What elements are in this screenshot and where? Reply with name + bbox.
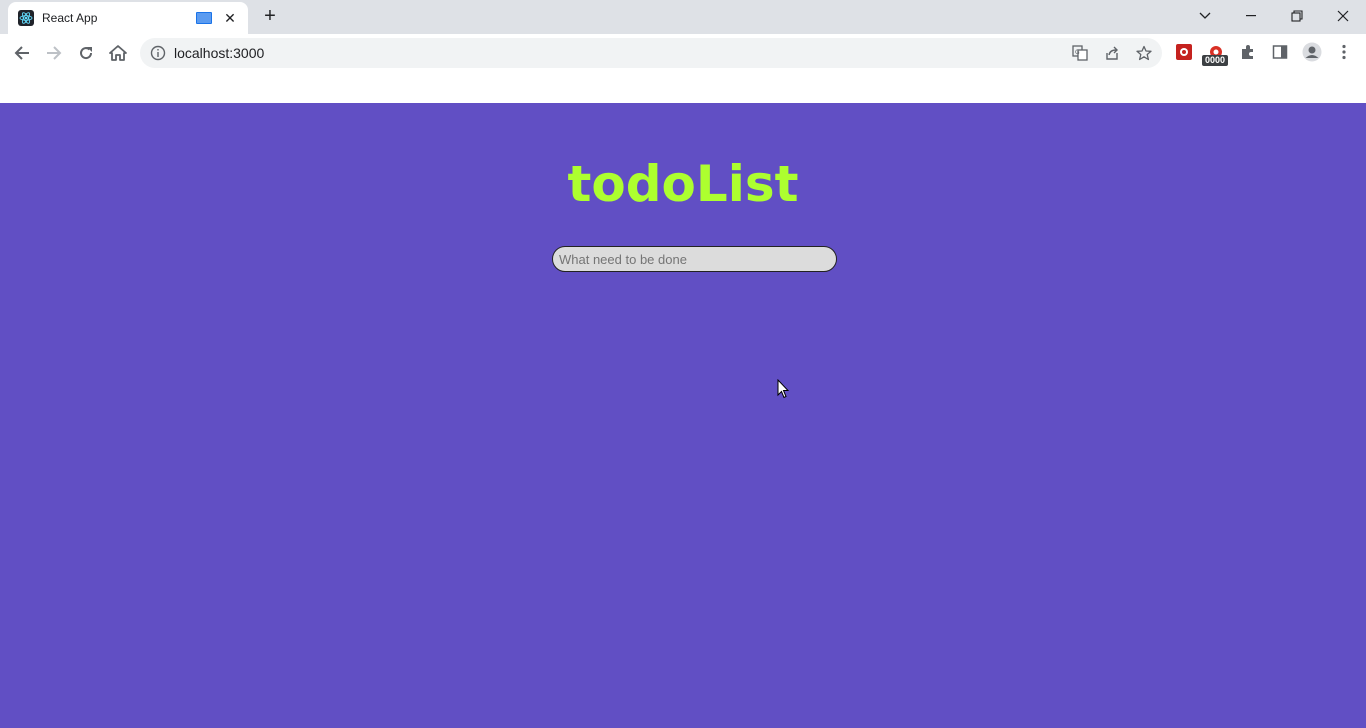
home-icon[interactable] [106, 41, 130, 65]
extension-badge: 0000 [1202, 55, 1228, 66]
todo-input[interactable] [552, 246, 837, 272]
kebab-menu-icon[interactable] [1334, 42, 1354, 62]
page-title: todoList [567, 155, 799, 213]
tab-strip: React App ✕ + [0, 0, 1366, 34]
url-text: localhost:3000 [174, 45, 265, 61]
minimize-icon[interactable] [1228, 0, 1274, 32]
close-icon[interactable]: ✕ [222, 10, 238, 26]
extension-icon[interactable] [1174, 42, 1194, 62]
browser-toolbar: localhost:3000 G 0000 [0, 34, 1366, 72]
profile-icon[interactable] [1302, 42, 1322, 62]
info-icon[interactable] [150, 45, 166, 66]
translate-icon[interactable]: G [1070, 43, 1090, 63]
plus-icon[interactable]: + [259, 5, 281, 27]
mouse-cursor-icon [777, 378, 790, 404]
close-icon[interactable] [1320, 0, 1366, 32]
tab-title: React App [42, 11, 98, 25]
chevron-down-icon[interactable] [1182, 0, 1228, 32]
share-icon[interactable] [1102, 43, 1122, 63]
page-content: todoList [0, 103, 1366, 728]
restore-icon[interactable] [1274, 0, 1320, 32]
media-icon[interactable] [196, 12, 212, 24]
forward-icon[interactable] [42, 41, 66, 65]
tab-react-app[interactable]: React App ✕ [8, 2, 248, 34]
svg-text:G: G [1075, 49, 1080, 56]
address-bar[interactable]: localhost:3000 G [140, 38, 1162, 68]
star-icon[interactable] [1134, 43, 1154, 63]
puzzle-icon[interactable] [1238, 42, 1258, 62]
back-icon[interactable] [10, 41, 34, 65]
react-icon [18, 10, 34, 26]
sidepanel-icon[interactable] [1270, 42, 1290, 62]
reload-icon[interactable] [74, 41, 98, 65]
